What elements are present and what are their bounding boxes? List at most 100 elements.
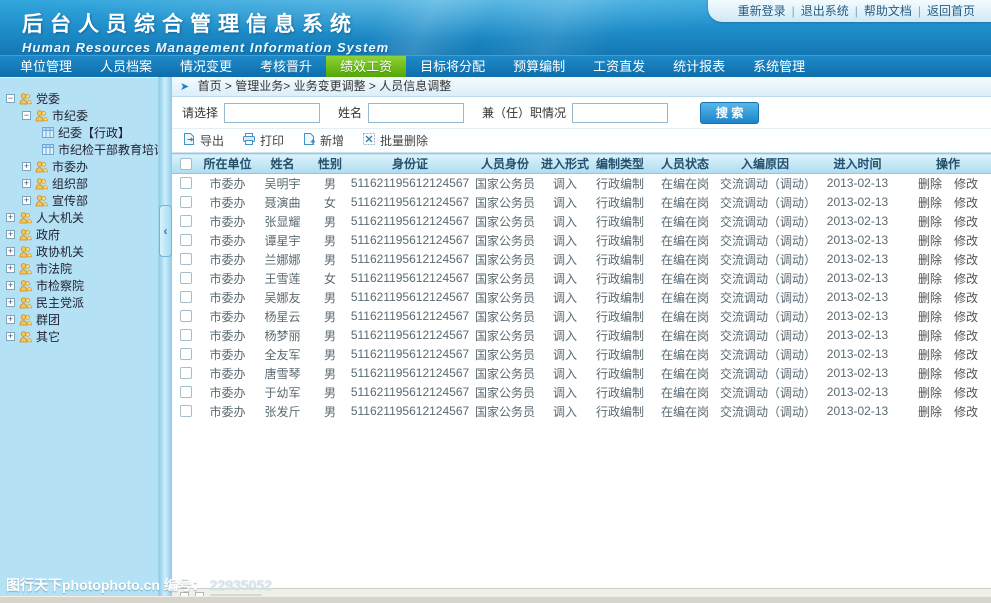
cell-entry_mode: 调入 [540,364,590,383]
tree-toggle-plus-icon[interactable]: + [6,332,15,341]
job-filter-input[interactable] [572,103,668,123]
row-checkbox[interactable] [180,348,192,360]
menu-item-1[interactable]: 人员档案 [86,56,166,77]
menu-item-4[interactable]: 绩效工资 [326,56,406,77]
row-checkbox[interactable] [180,196,192,208]
search-button[interactable]: 搜 索 [700,102,759,124]
menu-item-7[interactable]: 工资直发 [579,56,659,77]
edit-link[interactable]: 修改 [954,215,978,229]
row-checkbox[interactable] [180,253,192,265]
row-checkbox[interactable] [180,405,192,417]
tree-toggle-plus-icon[interactable]: + [6,264,15,273]
tree-toggle-plus-icon[interactable]: + [22,179,31,188]
row-checkbox[interactable] [180,291,192,303]
tree-toggle-minus-icon[interactable]: − [22,111,31,120]
delete-link[interactable]: 删除 [918,386,942,400]
cell-entry_mode: 调入 [540,288,590,307]
tree-item-0[interactable]: −党委 [0,90,158,107]
edit-link[interactable]: 修改 [954,405,978,419]
select-all-checkbox[interactable] [180,158,192,170]
edit-link[interactable]: 修改 [954,272,978,286]
tree-toggle-plus-icon[interactable]: + [6,213,15,222]
sidebar-collapse-handle[interactable]: ‹ [159,205,172,257]
print-button[interactable]: 打印 [242,132,284,149]
delete-link[interactable]: 删除 [918,272,942,286]
edit-link[interactable]: 修改 [954,329,978,343]
quick-link-3[interactable]: 返回首页 [927,4,975,18]
delete-link[interactable]: 删除 [918,215,942,229]
table-row: 市委办王雪莲女511621195612124567国家公务员调入行政编制在编在岗… [172,269,991,288]
row-checkbox[interactable] [180,215,192,227]
tree-toggle-plus-icon[interactable]: + [6,247,15,256]
quick-link-2[interactable]: 帮助文档 [864,4,912,18]
row-checkbox[interactable] [180,177,192,189]
edit-link[interactable]: 修改 [954,310,978,324]
tree-item-14[interactable]: +其它 [0,328,158,345]
edit-link[interactable]: 修改 [954,177,978,191]
tree-toggle-plus-icon[interactable]: + [6,298,15,307]
edit-link[interactable]: 修改 [954,367,978,381]
tree-item-8[interactable]: +政府 [0,226,158,243]
menu-item-5[interactable]: 目标将分配 [406,56,499,77]
delete-link[interactable]: 删除 [918,234,942,248]
row-checkbox[interactable] [180,329,192,341]
tree-toggle-plus-icon[interactable]: + [6,281,15,290]
tree-toggle-plus-icon[interactable]: + [22,162,31,171]
batch-delete-button[interactable]: 批量删除 [362,132,428,149]
delete-link[interactable]: 删除 [918,291,942,305]
tree-item-4[interactable]: +市委办 [0,158,158,175]
edit-link[interactable]: 修改 [954,386,978,400]
menu-item-0[interactable]: 单位管理 [6,56,86,77]
delete-link[interactable]: 删除 [918,253,942,267]
quick-link-0[interactable]: 重新登录 [738,4,786,18]
edit-link[interactable]: 修改 [954,234,978,248]
delete-link[interactable]: 删除 [918,367,942,381]
tree-item-5[interactable]: +组织部 [0,175,158,192]
edit-link[interactable]: 修改 [954,291,978,305]
export-button[interactable]: 导出 [182,132,224,149]
menu-item-2[interactable]: 情况变更 [166,56,246,77]
tree-item-10[interactable]: +市法院 [0,260,158,277]
tree-item-9[interactable]: + 政协机关 [0,243,158,260]
tree-item-label: 政协机关 [36,243,84,260]
row-checkbox[interactable] [180,310,192,322]
delete-link[interactable]: 删除 [918,196,942,210]
tree-toggle-minus-icon[interactable]: − [6,94,15,103]
delete-link[interactable]: 删除 [918,329,942,343]
cell-reason: 交流调动（调动） [720,212,810,231]
tree-toggle-plus-icon[interactable]: + [6,230,15,239]
row-checkbox[interactable] [180,234,192,246]
row-checkbox[interactable] [180,386,192,398]
row-checkbox[interactable] [180,367,192,379]
name-filter-input[interactable] [368,103,464,123]
tree-item-7[interactable]: +人大机关 [0,209,158,226]
add-button[interactable]: 新增 [302,132,344,149]
tree-item-3[interactable]: 市纪检干部教育培训中心 [0,141,158,158]
menu-item-3[interactable]: 考核晋升 [246,56,326,77]
row-select-cell [172,269,200,288]
delete-link[interactable]: 删除 [918,405,942,419]
edit-link[interactable]: 修改 [954,253,978,267]
edit-link[interactable]: 修改 [954,348,978,362]
row-actions: 删除修改 [905,174,991,193]
tree-item-13[interactable]: +群团 [0,311,158,328]
delete-link[interactable]: 删除 [918,348,942,362]
tree-toggle-plus-icon[interactable]: + [6,315,15,324]
tree-item-6[interactable]: +宣传部 [0,192,158,209]
menu-item-9[interactable]: 系统管理 [739,56,819,77]
tree-item-12[interactable]: +民主党派 [0,294,158,311]
tree-item-11[interactable]: +市检察院 [0,277,158,294]
menu-item-8[interactable]: 统计报表 [659,56,739,77]
select-filter-input[interactable] [224,103,320,123]
delete-link[interactable]: 删除 [918,310,942,324]
edit-link[interactable]: 修改 [954,196,978,210]
tree-toggle-plus-icon[interactable]: + [22,196,31,205]
row-checkbox[interactable] [180,272,192,284]
quick-link-1[interactable]: 退出系统 [801,4,849,18]
menu-item-6[interactable]: 预算编制 [499,56,579,77]
tree-item-2[interactable]: 纪委【行政】 [0,124,158,141]
tree-item-1[interactable]: −市纪委 [0,107,158,124]
export-icon [182,132,196,149]
cell-reason: 交流调动（调动） [720,231,810,250]
delete-link[interactable]: 删除 [918,177,942,191]
